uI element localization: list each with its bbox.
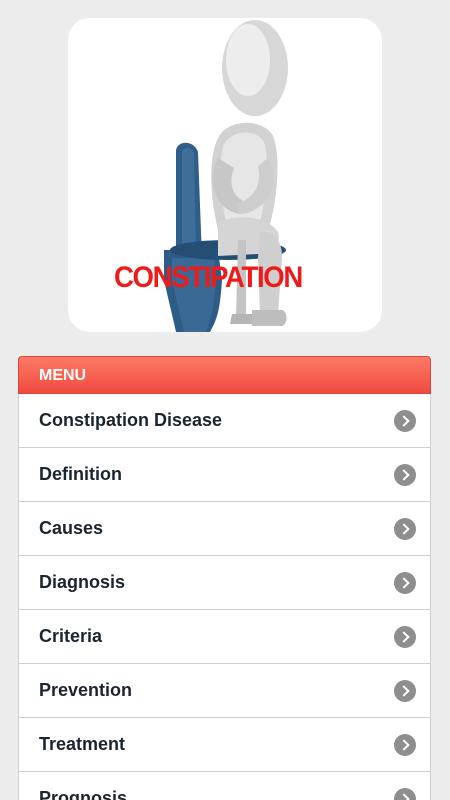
menu-item-label: Treatment — [39, 734, 126, 754]
app-screen: CONSTIPATION MENU Constipation Disease D… — [0, 0, 450, 800]
hero-image: CONSTIPATION — [68, 18, 382, 332]
menu-item-constipation-disease[interactable]: Constipation Disease — [18, 394, 431, 448]
menu-item-definition[interactable]: Definition — [18, 448, 431, 502]
chevron-right-icon — [394, 626, 416, 648]
menu-item-label: Prognosis — [39, 788, 128, 800]
menu-item-diagnosis[interactable]: Diagnosis — [18, 556, 431, 610]
menu-item-label: Definition — [39, 464, 122, 484]
chevron-right-icon — [394, 518, 416, 540]
hero-caption: CONSTIPATION — [114, 261, 303, 294]
menu-item-prognosis[interactable]: Prognosis — [18, 772, 431, 800]
chevron-right-icon — [394, 788, 416, 800]
menu-item-treatment[interactable]: Treatment — [18, 718, 431, 772]
menu-item-label: Prevention — [39, 680, 133, 700]
chevron-right-icon — [394, 464, 416, 486]
chevron-right-icon — [394, 680, 416, 702]
menu-item-causes[interactable]: Causes — [18, 502, 431, 556]
menu-item-label: Criteria — [39, 626, 103, 646]
menu-item-label: Constipation Disease — [39, 410, 223, 430]
chevron-right-icon — [394, 734, 416, 756]
main-menu: MENU Constipation Disease Definition Cau… — [18, 356, 431, 800]
menu-item-criteria[interactable]: Criteria — [18, 610, 431, 664]
menu-item-label: Causes — [39, 518, 104, 538]
menu-item-prevention[interactable]: Prevention — [18, 664, 431, 718]
chevron-right-icon — [394, 572, 416, 594]
chevron-right-icon — [394, 410, 416, 432]
menu-header: MENU — [18, 356, 431, 394]
menu-item-label: Diagnosis — [39, 572, 126, 592]
